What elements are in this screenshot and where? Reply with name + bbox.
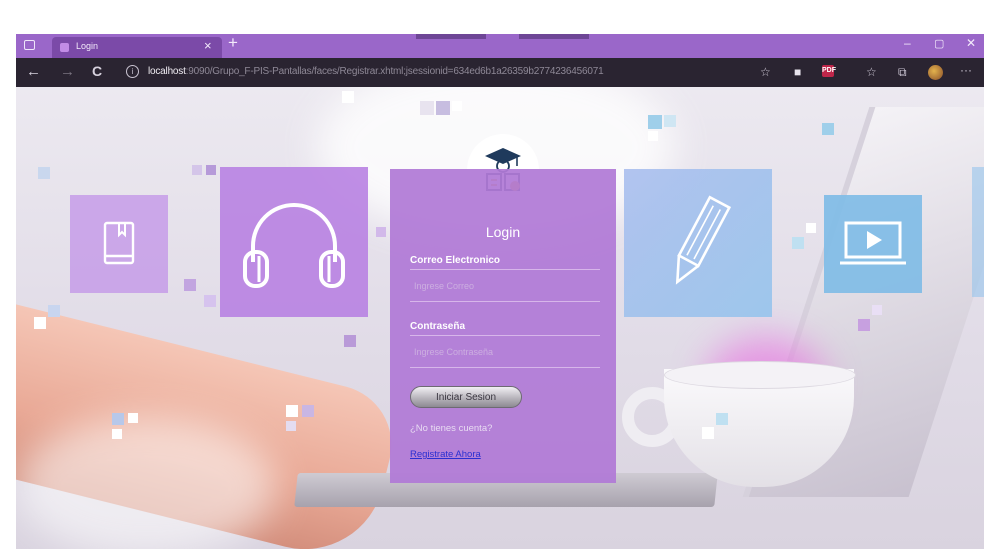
decorative-pixel [436,101,450,115]
maximize-button[interactable]: ▢ [934,37,944,50]
decorative-pixel [872,305,882,315]
url-path: :9090/Grupo_F-PIS-Pantallas/faces/Regist… [185,66,604,77]
login-card: Login Correo Electronico Ingrese Correo … [390,169,616,483]
divider [410,367,600,368]
password-field[interactable]: Ingrese Contraseña [410,339,600,365]
reader-icon[interactable]: ■ [794,65,801,79]
divider [410,335,600,336]
decorative-pixel [648,115,662,129]
decorative-pixel [648,131,658,141]
decorative-pixel [34,317,46,329]
forward-button[interactable]: → [60,63,75,80]
tab-title: Login [76,41,99,51]
close-tab-icon[interactable]: × [204,38,212,53]
tab-actions-icon[interactable] [24,40,35,50]
tab-bar-decoration [416,34,486,39]
headphones-tile [220,167,368,317]
decorative-pixel [206,165,216,175]
password-label: Contraseña [410,321,466,332]
decorative-pixel [858,319,870,331]
decorative-pixel [344,335,356,347]
decorative-pixel [716,413,728,425]
decorative-pixel [822,123,834,135]
close-window-button[interactable]: ✕ [966,36,976,50]
email-label: Correo Electronico [410,255,501,266]
login-title: Login [485,224,521,240]
decorative-pixel [806,223,816,233]
url-field[interactable]: i localhost:9090/Grupo_F-PIS-Pantallas/f… [122,62,762,83]
decorative-pixel [342,91,354,103]
video-tile [824,195,922,293]
favorite-star-icon[interactable]: ☆ [760,65,771,79]
pencil-tile [624,169,772,317]
book-tile [70,195,168,293]
book-icon [103,221,135,265]
decorative-pixel [286,421,296,431]
reload-button[interactable]: C [92,63,102,79]
decorative-pixel [112,429,122,439]
headphones-icon [243,203,345,288]
decorative-pixel [702,427,714,439]
decorative-pixel [302,405,314,417]
decorative-pixel [128,413,138,423]
tab-login[interactable]: Login × [52,37,222,58]
decorative-pixel [192,165,202,175]
email-field[interactable]: Ingrese Correo [410,273,600,299]
decorative-pixel [38,167,50,179]
divider [410,301,600,302]
profile-avatar[interactable] [928,65,943,80]
decorative-pixel [452,101,462,111]
decorative-pixel [376,227,386,237]
decorative-pixel [286,405,298,417]
pdf-extension-icon[interactable]: PDF [822,65,836,77]
decorative-pixel [112,413,124,425]
back-button[interactable]: ← [26,63,41,80]
no-account-text: ¿No tienes cuenta? [410,423,493,434]
more-menu-icon[interactable]: ··· [960,63,972,77]
new-tab-button[interactable]: + [228,34,238,53]
browser-window: Login × + – ▢ ✕ ← → C i localhost:9090/G… [16,34,984,549]
collections-icon[interactable]: ⧉ [898,65,907,79]
tab-bar-decoration [519,34,589,39]
address-bar: ← → C i localhost:9090/Grupo_F-PIS-Panta… [16,58,984,87]
decorative-pixel [664,115,676,127]
decorative-pixel [48,305,60,317]
favorites-icon[interactable]: ☆ [866,65,877,79]
minimize-button[interactable]: – [904,36,911,50]
register-link[interactable]: Registrate Ahora [410,449,481,460]
tab-bar: Login × + – ▢ ✕ [16,34,984,58]
tab-favicon-icon [60,43,69,52]
decorative-pixel [420,101,434,115]
decorative-pixel [184,279,196,291]
background-glow [16,417,276,549]
site-info-icon[interactable]: i [126,65,139,78]
url-text: localhost:9090/Grupo_F-PIS-Pantallas/fac… [148,66,604,77]
pencil-icon [675,195,732,285]
coffee-cup-rim [664,361,856,389]
login-button[interactable]: Iniciar Sesion [410,386,522,408]
divider [410,269,600,270]
decorative-pixel [792,237,804,249]
url-host: localhost [148,66,186,77]
edge-tile [972,167,984,297]
video-play-icon [840,221,906,265]
decorative-pixel [204,295,216,307]
